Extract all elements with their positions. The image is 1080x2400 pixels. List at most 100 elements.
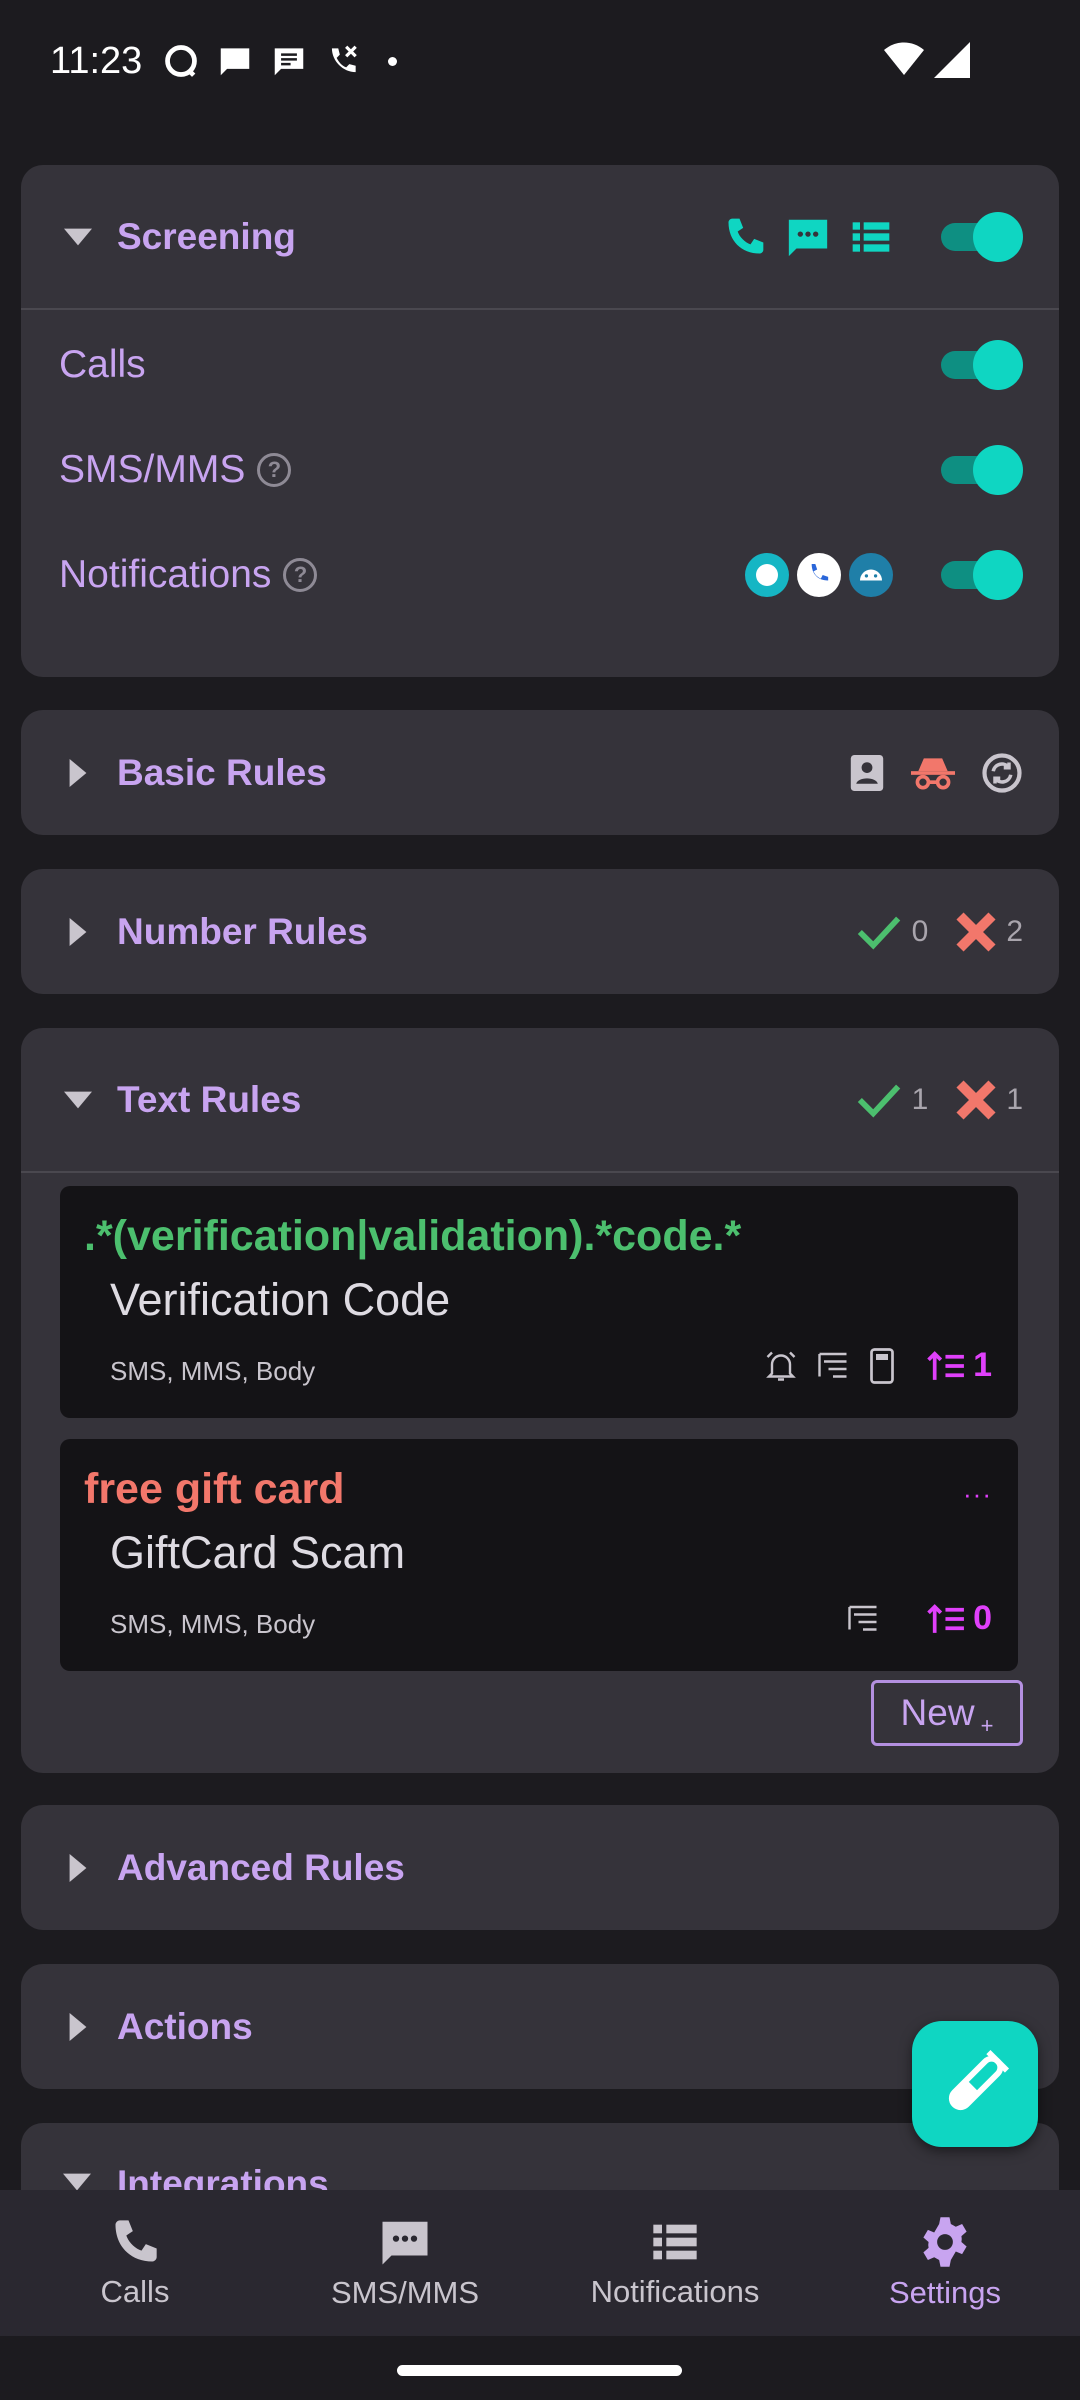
number-rules-card: Number Rules 0 2 (21, 869, 1059, 994)
new-button-label: New (900, 1692, 975, 1733)
nav-settings-label: Settings (888, 2275, 1001, 2310)
basic-rules-title: Basic Rules (117, 751, 327, 793)
block-x-icon (956, 1079, 996, 1120)
new-rule-button[interactable]: New + (871, 1680, 1023, 1746)
integrations-title[interactable]: Integrations (117, 2163, 329, 2190)
message-icon (220, 48, 250, 76)
text-rules-title: Text Rules (117, 1078, 302, 1120)
chat-app-icon (745, 552, 789, 597)
priority-icon (927, 1603, 965, 1633)
number-rules-title: Number Rules (117, 910, 368, 952)
android-app-icon (849, 552, 893, 597)
notifications-toggle[interactable] (941, 549, 1023, 600)
caret-right-icon (63, 1853, 93, 1883)
text-rules-header[interactable]: Text Rules 1 1 (21, 1028, 1059, 1173)
rule-priority: 1 (927, 1346, 992, 1385)
signal-icon (934, 42, 970, 78)
text-rule-item[interactable]: free gift card ··· GiftCard Scam SMS, MM… (60, 1439, 1018, 1671)
caret-right-icon (63, 917, 93, 947)
priority-value: 1 (973, 1346, 992, 1384)
nav-sms-label: SMS/MMS (330, 2275, 480, 2310)
sms-icon (788, 219, 828, 256)
caret-down-icon (63, 2173, 91, 2190)
sms-icon (382, 2221, 428, 2265)
caret-down-icon (63, 222, 93, 252)
history-list-icon (848, 1605, 877, 1631)
sms-label: SMS/MMS (59, 447, 246, 491)
number-rules-header[interactable]: Number Rules 0 2 (21, 869, 1059, 994)
nav-notifications-label: Notifications (590, 2274, 760, 2309)
rule-meta: SMS, MMS, Body (110, 1609, 316, 1639)
nav-settings[interactable]: Settings (810, 2190, 1080, 2336)
rule-pattern: free gift card (84, 1465, 345, 1513)
screening-header[interactable]: Screening (21, 165, 1059, 310)
caret-down-icon (63, 1085, 93, 1115)
more-options-icon[interactable]: ··· (963, 1479, 992, 1510)
sms-icon (274, 48, 304, 76)
notifications-row: Notifications? (21, 522, 1059, 627)
wifi-icon (884, 42, 924, 75)
notification-list-icon (852, 221, 890, 252)
status-notification-icons (162, 42, 397, 80)
chat-bubble-icon (165, 45, 197, 77)
allow-count: 0 (911, 914, 929, 948)
text-rules-card: Text Rules 1 1 .*(verification|validatio… (21, 1028, 1059, 1773)
rule-description: GiftCard Scam (110, 1527, 406, 1578)
gear-icon (923, 2217, 967, 2267)
block-count: 2 (1006, 914, 1023, 948)
status-time: 11:23 (50, 40, 143, 82)
contact-icon (850, 754, 884, 791)
bottom-navigation: Calls SMS/MMS Notifications Settings (0, 2190, 1080, 2336)
help-icon[interactable]: ? (283, 557, 318, 592)
screening-toggle[interactable] (941, 211, 1023, 262)
calls-toggle[interactable] (941, 339, 1023, 390)
actions-card: Actions (21, 1964, 1059, 2089)
nav-sms[interactable]: SMS/MMS (270, 2190, 540, 2336)
caret-right-icon (63, 758, 93, 788)
priority-value: 0 (973, 1599, 992, 1637)
phone-app-icon (797, 552, 841, 597)
basic-rules-card: Basic Rules (21, 710, 1059, 835)
block-x-icon (956, 911, 996, 952)
status-bar: 11:23 (0, 0, 1080, 130)
nav-notifications[interactable]: Notifications (540, 2190, 810, 2336)
phone-device-icon (870, 1347, 894, 1384)
integrations-card: Integrations (21, 2123, 1059, 2190)
screening-card: Screening Calls SMS/MMS? Notifications? (21, 165, 1059, 677)
incognito-icon (911, 757, 955, 789)
nav-calls-label: Calls (100, 2274, 170, 2309)
check-icon (857, 916, 900, 950)
rule-description: Verification Code (110, 1274, 451, 1325)
advanced-rules-header[interactable]: Advanced Rules (21, 1805, 1059, 1930)
notifications-label: Notifications (59, 552, 272, 596)
caret-right-icon (63, 2012, 93, 2042)
screening-title: Screening (117, 215, 296, 257)
basic-rules-header[interactable]: Basic Rules (21, 710, 1059, 835)
history-list-icon (818, 1352, 847, 1378)
notification-list-icon (653, 2224, 697, 2260)
actions-header[interactable]: Actions (21, 1964, 1059, 2089)
status-system-icons (884, 42, 970, 78)
rule-meta: SMS, MMS, Body (110, 1356, 316, 1386)
missed-call-icon (331, 45, 357, 73)
advanced-rules-card: Advanced Rules (21, 1805, 1059, 1930)
test-fab-button[interactable] (912, 2021, 1038, 2147)
more-notifications-dot (388, 56, 397, 66)
phone-icon (728, 218, 764, 253)
alarm-icon (766, 1351, 796, 1381)
calls-label: Calls (59, 342, 146, 386)
home-indicator[interactable] (397, 2365, 682, 2376)
block-count: 1 (1006, 1082, 1023, 1116)
help-icon[interactable]: ? (257, 452, 292, 487)
rule-pattern: .*(verification|validation).*code.* (84, 1212, 742, 1260)
sms-toggle[interactable] (941, 444, 1023, 495)
phone-icon (115, 2220, 157, 2262)
calls-row: Calls (21, 312, 1059, 417)
priority-icon (927, 1350, 965, 1380)
advanced-rules-title: Advanced Rules (117, 1846, 405, 1888)
nav-calls[interactable]: Calls (0, 2190, 270, 2336)
sms-row: SMS/MMS? (21, 417, 1059, 522)
rule-priority: 0 (927, 1599, 992, 1638)
test-tube-icon (948, 2049, 1010, 2111)
text-rule-item[interactable]: .*(verification|validation).*code.* Veri… (60, 1186, 1018, 1418)
